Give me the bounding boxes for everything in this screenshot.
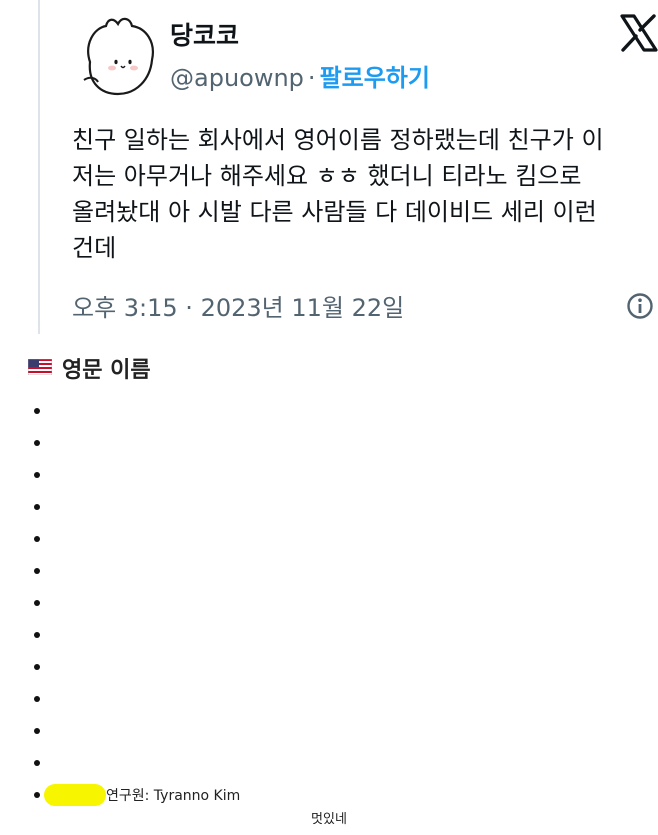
bullet-dot: [34, 600, 40, 606]
list-item: [0, 556, 400, 588]
bullet-dot: [34, 472, 40, 478]
x-logo-icon[interactable]: [620, 14, 658, 52]
list-item: [0, 716, 400, 748]
bullet-dot: [34, 440, 40, 446]
tweet-timestamp[interactable]: 오후 3:15 · 2023년 11월 22일: [72, 288, 404, 323]
list-item: [0, 460, 400, 492]
avatar[interactable]: [76, 10, 160, 98]
bullet-dot: [34, 408, 40, 414]
bullet-dot: [34, 728, 40, 734]
user-handle[interactable]: @apuownp: [170, 64, 304, 92]
list-item: [0, 652, 400, 684]
caption-text: 멋있네: [311, 812, 347, 827]
bullet-dot: [34, 632, 40, 638]
section-title: 영문 이름: [62, 358, 151, 383]
tweet-card: 당코코 @apuownp · 팔로우하기 친구 일하는 회사에서 영어이름 정하랬는…: [0, 0, 658, 334]
display-name[interactable]: 당코코: [170, 16, 239, 52]
handle-row: @apuownp · 팔로우하기: [170, 58, 430, 93]
quote-border: [38, 0, 40, 334]
bullet-dot: [34, 760, 40, 766]
list-item: [0, 748, 400, 780]
list-item: [0, 524, 400, 556]
bullet-dot: [34, 792, 40, 798]
highlight-redaction: [44, 784, 106, 806]
list-item-text: 연구원: Tyranno Kim: [106, 788, 241, 804]
bullet-dot: [34, 536, 40, 542]
tweet-text: 친구 일하는 회사에서 영어이름 정하랬는데 친구가 이 저는 아무거나 해주세…: [72, 126, 604, 262]
list-item: [0, 684, 400, 716]
us-flag-icon: [28, 359, 52, 375]
separator: ·: [307, 64, 316, 92]
bullet-dot: [34, 568, 40, 574]
follow-button[interactable]: 팔로우하기: [320, 64, 430, 92]
list-item: [0, 492, 400, 524]
list-item: [0, 428, 400, 460]
info-icon[interactable]: [626, 292, 654, 320]
bullet-dot: [34, 504, 40, 510]
bullet-dot: [34, 664, 40, 670]
list-item: [0, 588, 400, 620]
name-bullet-list: 연구원: Tyranno Kim: [0, 396, 400, 812]
list-item: [0, 396, 400, 428]
list-item: [0, 620, 400, 652]
bullet-dot: [34, 696, 40, 702]
